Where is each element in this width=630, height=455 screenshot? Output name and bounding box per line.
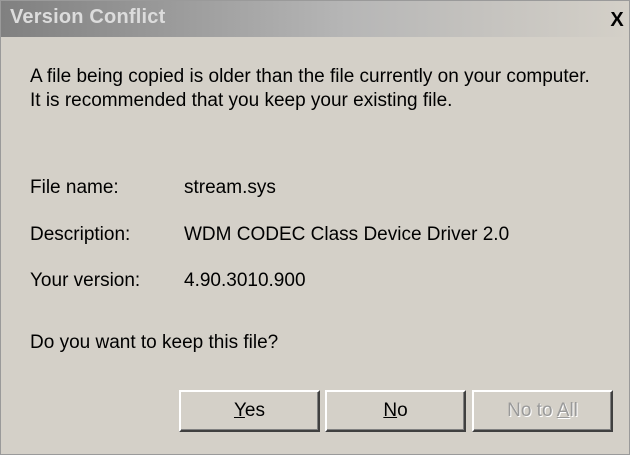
- window-title: Version Conflict: [10, 6, 166, 28]
- no-to-all-prefix: No to: [507, 400, 557, 421]
- yes-label-rest: es: [244, 400, 265, 421]
- no-label-rest: o: [397, 400, 408, 421]
- your-version-label: Your version:: [30, 270, 141, 291]
- description-value: WDM CODEC Class Device Driver 2.0: [184, 224, 510, 245]
- no-accelerator: N: [383, 400, 398, 421]
- version-conflict-dialog: Version Conflict X A file being copied i…: [0, 0, 630, 455]
- conflict-message: A file being copied is older than the fi…: [30, 66, 590, 111]
- close-button[interactable]: X: [607, 9, 627, 31]
- yes-accelerator: Y: [233, 400, 245, 421]
- no-to-all-label-rest: ll: [569, 400, 578, 421]
- file-name-label: File name:: [30, 177, 119, 198]
- file-name-value: stream.sys: [184, 177, 276, 198]
- your-version-value: 4.90.3010.900: [184, 270, 306, 291]
- no-to-all-accelerator: A: [556, 400, 570, 421]
- yes-button[interactable]: Yes: [179, 390, 320, 432]
- no-button[interactable]: No: [325, 390, 466, 432]
- description-label: Description:: [30, 224, 131, 245]
- no-to-all-button[interactable]: No to All: [472, 390, 613, 432]
- keep-file-question: Do you want to keep this file?: [30, 332, 279, 353]
- title-bar[interactable]: Version Conflict X: [1, 1, 629, 37]
